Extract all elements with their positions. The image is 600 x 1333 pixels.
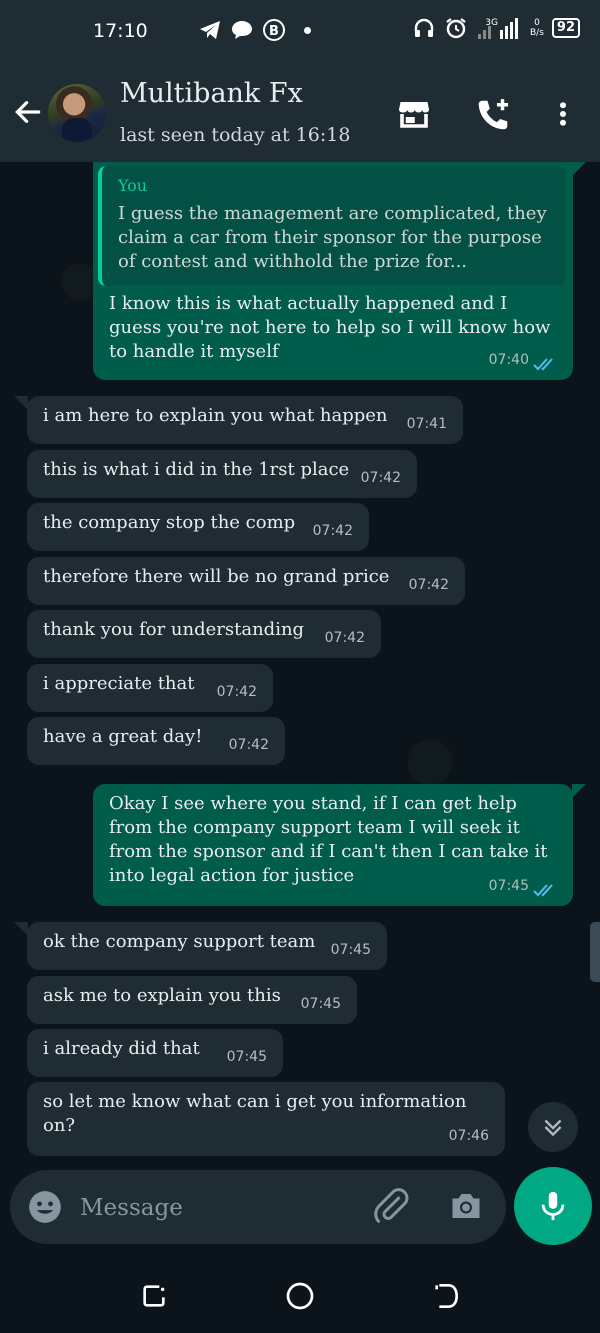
- bubble-tail: [572, 784, 586, 798]
- incoming-message[interactable]: have a great day! 07:42: [27, 717, 285, 765]
- message-time: 07:45: [226, 1049, 267, 1065]
- chat-bubble-icon: [232, 21, 252, 39]
- message-text: ok the company support team: [43, 931, 316, 952]
- store-icon[interactable]: [396, 96, 432, 132]
- battery-indicator: 92: [551, 18, 580, 38]
- status-time: 17:10: [93, 20, 148, 42]
- message-text: thank you for understanding: [43, 619, 305, 640]
- mic-icon: [541, 1191, 565, 1221]
- incoming-message[interactable]: i already did that 07:45: [27, 1029, 283, 1077]
- more-notifications-dot: [304, 26, 311, 34]
- network-speed: 0 B/s: [530, 18, 544, 38]
- incoming-message[interactable]: so let me know what can i get you inform…: [27, 1082, 505, 1156]
- status-bar: 17:10 B 3G 0 B/s 92: [0, 0, 600, 66]
- system-nav-bar: [0, 1260, 600, 1333]
- chat-area[interactable]: You I guess the management are complicat…: [0, 162, 600, 1172]
- quoted-reply[interactable]: You I guess the management are complicat…: [98, 166, 566, 286]
- message-text: ask me to explain you this: [43, 985, 281, 1006]
- incoming-message[interactable]: this is what i did in the 1rst place 07:…: [27, 450, 417, 498]
- incoming-message[interactable]: ok the company support team 07:45: [27, 922, 387, 970]
- network-type: 3G: [485, 18, 498, 28]
- attach-icon[interactable]: [372, 1188, 412, 1228]
- b-icon: B: [263, 19, 285, 41]
- telegram-icon: [200, 21, 220, 39]
- chat-header: Multibank Fx last seen today at 16:18: [0, 66, 600, 162]
- incoming-message[interactable]: i appreciate that 07:42: [27, 664, 273, 712]
- incoming-message[interactable]: ask me to explain you this 07:45: [27, 976, 357, 1024]
- camera-icon[interactable]: [448, 1188, 484, 1224]
- system-icons: 3G 0 B/s 92: [412, 16, 580, 40]
- message-time: 07:41: [406, 416, 447, 432]
- svg-text:B: B: [269, 24, 279, 39]
- voice-message-button[interactable]: [514, 1167, 592, 1245]
- edge-panel-handle[interactable]: [590, 922, 600, 982]
- message-time: 07:42: [408, 577, 449, 593]
- message-time: 07:40: [488, 352, 529, 368]
- bubble-tail: [572, 162, 586, 176]
- message-text: so let me know what can i get you inform…: [43, 1091, 467, 1136]
- quote-text: I guess the management are complicated, …: [118, 203, 547, 272]
- back-nav-icon[interactable]: [430, 1280, 462, 1312]
- last-seen-status: last seen today at 16:18: [120, 124, 351, 146]
- add-call-icon[interactable]: [474, 96, 512, 134]
- contact-name[interactable]: Multibank Fx: [120, 78, 303, 109]
- incoming-message[interactable]: thank you for understanding 07:42: [27, 610, 381, 658]
- message-text: i appreciate that: [43, 673, 195, 694]
- message-text: this is what i did in the 1rst place: [43, 459, 350, 480]
- outgoing-message[interactable]: You I guess the management are complicat…: [93, 162, 573, 380]
- bubble-tail: [14, 396, 28, 410]
- message-time: 07:42: [216, 684, 257, 700]
- double-check-icon: [533, 358, 553, 371]
- headphones-icon: [414, 18, 434, 37]
- message-time: 07:42: [324, 630, 365, 646]
- message-time: 07:42: [228, 737, 269, 753]
- chevrons-down-icon: [544, 1119, 562, 1137]
- more-vert-icon[interactable]: [548, 96, 578, 132]
- message-composer: [10, 1170, 506, 1244]
- message-time: 07:45: [330, 942, 371, 958]
- avatar[interactable]: [48, 84, 106, 142]
- double-check-icon: [533, 884, 553, 897]
- emoji-icon[interactable]: [26, 1188, 64, 1226]
- scroll-to-bottom-button[interactable]: [528, 1102, 578, 1152]
- incoming-message[interactable]: i am here to explain you what happen 07:…: [27, 396, 463, 444]
- recents-icon[interactable]: [138, 1280, 170, 1312]
- bubble-tail: [14, 922, 28, 936]
- message-text: have a great day!: [43, 726, 203, 747]
- message-time: 07:42: [360, 470, 401, 486]
- message-text: i already did that: [43, 1038, 200, 1059]
- back-arrow-icon[interactable]: [12, 96, 44, 128]
- home-icon[interactable]: [284, 1280, 316, 1312]
- signal-icon: [478, 18, 518, 39]
- message-time: 07:45: [488, 878, 529, 894]
- message-text: i am here to explain you what happen: [43, 405, 388, 426]
- notification-icons: B: [145, 18, 311, 42]
- quote-author: You: [118, 176, 148, 195]
- message-time: 07:45: [300, 996, 341, 1012]
- message-time: 07:42: [312, 523, 353, 539]
- outgoing-message[interactable]: Okay I see where you stand, if I can get…: [93, 784, 573, 906]
- message-input[interactable]: [80, 1190, 360, 1226]
- incoming-message[interactable]: the company stop the comp 07:42: [27, 503, 369, 551]
- message-time: 07:46: [448, 1128, 489, 1144]
- message-text: therefore there will be no grand price: [43, 566, 390, 587]
- incoming-message[interactable]: therefore there will be no grand price 0…: [27, 557, 465, 605]
- message-text: the company stop the comp: [43, 512, 296, 533]
- alarm-icon: [446, 18, 466, 39]
